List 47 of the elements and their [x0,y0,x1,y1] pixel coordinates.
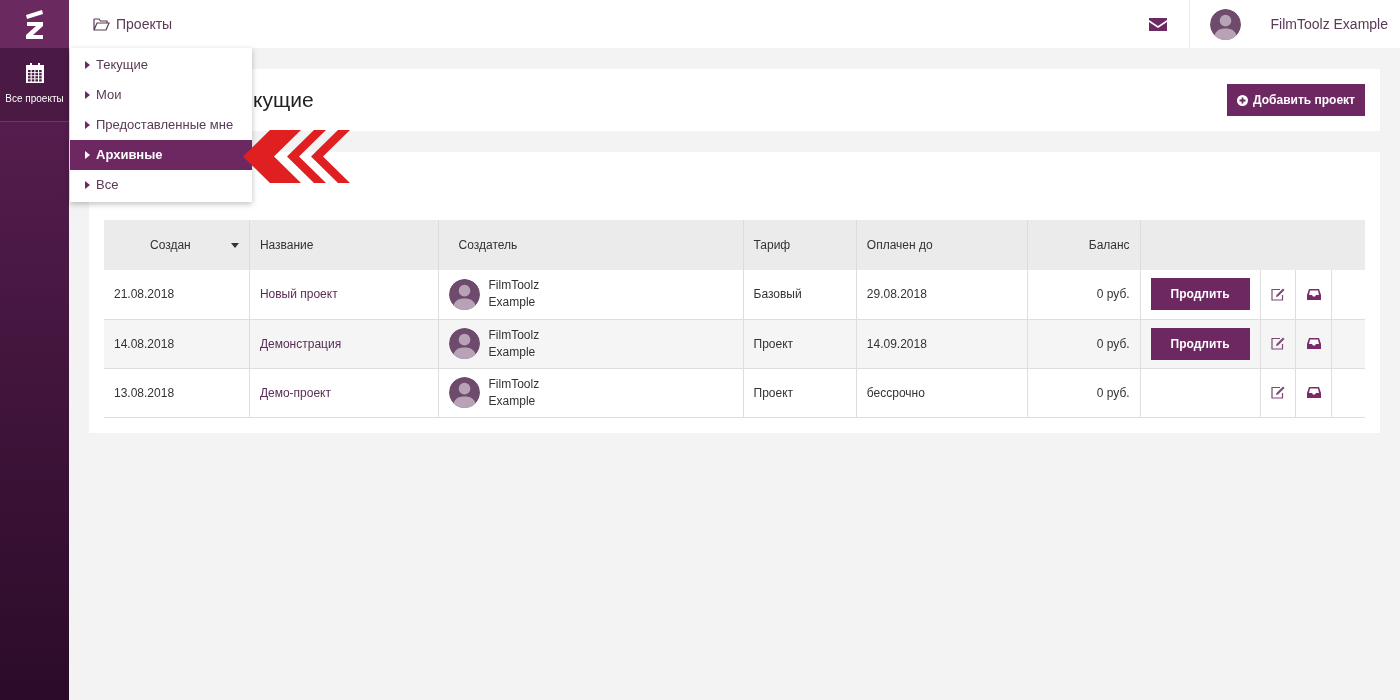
table-cell: 0 руб. [1027,368,1141,417]
edit-icon[interactable] [1270,337,1285,350]
inbox-icon[interactable] [1306,338,1321,349]
project-link[interactable]: Новый проект [259,287,338,302]
table-cell: 0 руб. [1027,270,1141,319]
dropdown-item[interactable]: Архивные [70,140,252,170]
extend-button[interactable]: Продлить [1150,327,1250,360]
folder-icon [93,17,110,31]
dropdown-item[interactable]: Предоставленные мне [70,110,252,140]
creator-name: FilmToolz Example [488,326,540,361]
table-cell: 29.08.2018 [856,270,1028,319]
dropdown-item[interactable]: Текущие [70,50,252,80]
table-cell: Проект [743,368,857,417]
breadcrumb-link[interactable]: Проекты [93,13,173,35]
table-cell: бессрочно [856,368,1028,417]
project-link[interactable]: Демо-проект [259,385,331,400]
add-project-button[interactable]: Добавить проект [1227,84,1365,116]
project-link[interactable]: Демонстрация [259,336,342,351]
inbox-icon[interactable] [1306,288,1321,300]
table-cell: 14.08.2018 [104,319,250,368]
avatar-icon [1209,8,1241,40]
avatar-icon [448,328,480,359]
inbox-icon[interactable] [1306,387,1321,398]
table-cell: Проект [743,319,857,368]
table-cell: Базовый [743,270,857,319]
avatar-icon [448,278,480,310]
edit-icon[interactable] [1270,386,1285,399]
sort-caret-icon [230,242,239,248]
extend-button[interactable]: Продлить [1150,278,1250,311]
edit-icon[interactable] [1270,287,1285,301]
dropdown-item[interactable]: Все [70,170,252,200]
dropdown-item[interactable]: Мои [70,80,252,110]
avatar-icon [448,377,480,408]
page-title: кущие [253,87,314,114]
table-cell: 0 руб. [1027,319,1141,368]
table-cell: 21.08.2018 [104,270,250,319]
table-cell: 14.09.2018 [856,319,1028,368]
mail-icon[interactable] [1148,17,1167,31]
caret-icon [85,61,90,69]
table-cell: 13.08.2018 [104,368,250,417]
creator-name: FilmToolz Example [488,277,540,312]
creator-name: FilmToolz Example [488,375,540,410]
sidebar-item[interactable]: Все проекты [0,48,69,122]
logo-icon[interactable] [0,0,69,48]
calendar-icon [25,63,44,83]
user-name[interactable]: FilmToolz Example [1270,13,1388,35]
plus-circle-icon [1237,94,1249,106]
